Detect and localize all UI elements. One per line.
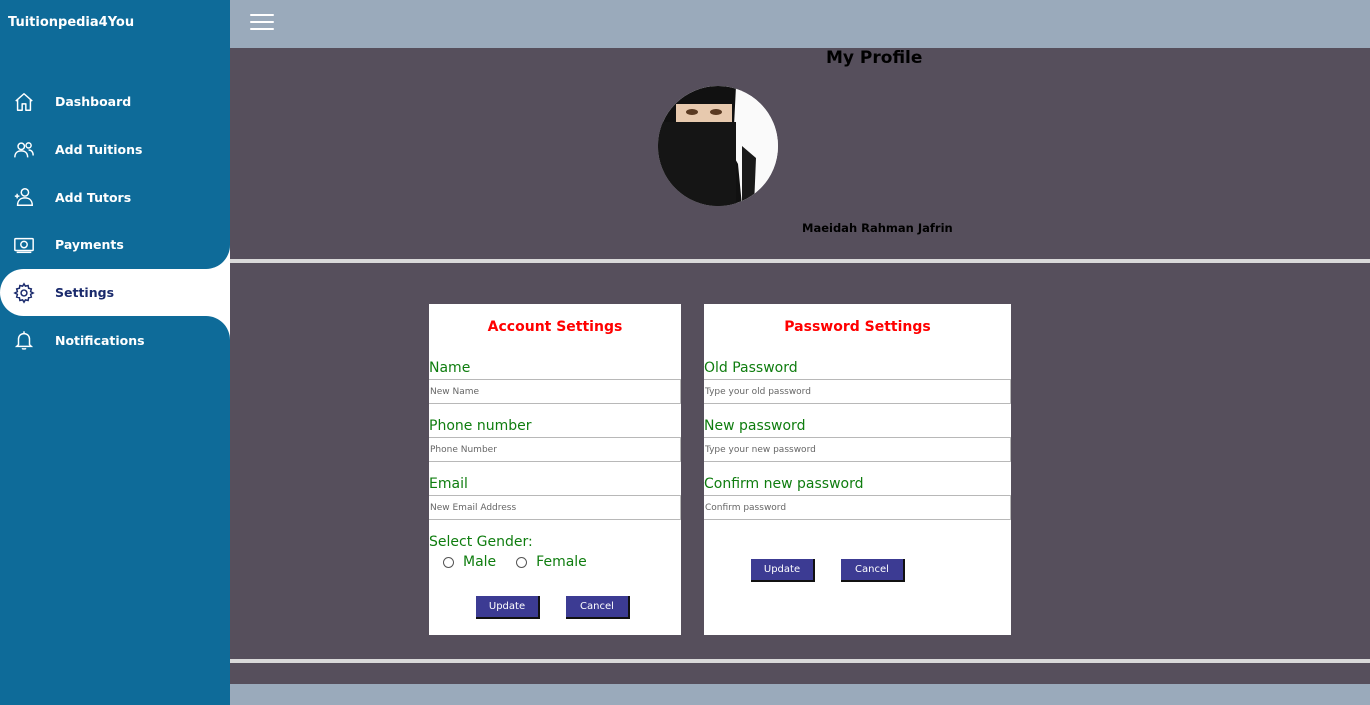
account-update-button[interactable]: Update	[476, 596, 540, 619]
money-icon	[12, 233, 36, 257]
password-update-button[interactable]: Update	[751, 559, 815, 582]
sidebar-item-notifications[interactable]: Notifications	[0, 316, 230, 364]
sidebar-item-settings[interactable]: Settings	[0, 244, 230, 341]
page-title: My Profile	[826, 48, 923, 68]
sidebar-item-label: Add Tutors	[55, 189, 132, 205]
phone-input[interactable]	[429, 437, 681, 462]
confirm-password-label: Confirm new password	[704, 476, 864, 492]
sidebar-item-label: Add Tuitions	[55, 142, 143, 158]
email-input[interactable]	[429, 495, 681, 520]
confirm-password-input[interactable]	[704, 495, 1011, 520]
sidebar-item-dashboard[interactable]: Dashboard	[0, 78, 230, 126]
sidebar-item-payments[interactable]: Payments	[0, 221, 230, 269]
new-password-input[interactable]	[704, 437, 1011, 462]
footer-bar	[230, 684, 1370, 705]
sidebar-item-add-tuitions[interactable]: Add Tuitions	[0, 126, 230, 174]
gender-options: Male Female	[443, 554, 607, 570]
sidebar-item-label: Settings	[55, 285, 115, 301]
password-settings-card: Password Settings Old Password New passw…	[704, 304, 1011, 635]
users-icon	[12, 138, 36, 162]
profile-name: Maeidah Rahman Jafrin	[802, 221, 953, 235]
sidebar: Tuitionpedia4You Dashboard Add Tuitions …	[0, 0, 230, 705]
female-radio[interactable]	[516, 556, 528, 568]
male-radio[interactable]	[443, 556, 454, 568]
email-label: Email	[429, 476, 468, 492]
name-input[interactable]	[429, 379, 681, 404]
password-settings-title: Password Settings	[784, 319, 931, 335]
section-divider	[230, 659, 1370, 663]
sidebar-item-label: Dashboard	[55, 94, 132, 110]
gear-icon	[12, 281, 36, 305]
male-label: Male	[463, 554, 497, 570]
password-cancel-button[interactable]: Cancel	[841, 559, 905, 582]
top-bar	[230, 0, 1370, 48]
account-settings-title: Account Settings	[487, 319, 623, 335]
avatar	[658, 86, 778, 206]
active-curve-top	[206, 244, 230, 269]
menu-toggle-icon[interactable]	[250, 14, 274, 32]
section-divider	[230, 259, 1370, 263]
new-password-label: New password	[704, 418, 806, 434]
sidebar-item-add-tutors[interactable]: Add Tutors	[0, 173, 230, 221]
old-password-label: Old Password	[704, 360, 798, 376]
name-label: Name	[429, 360, 471, 376]
gender-option-male[interactable]: Male	[443, 554, 496, 570]
bell-icon	[12, 328, 36, 352]
add-user-icon	[12, 185, 36, 209]
brand-name: Tuitionpedia4You	[8, 15, 135, 30]
female-label: Female	[536, 554, 587, 570]
account-cancel-button[interactable]: Cancel	[566, 596, 630, 619]
sidebar-nav: Dashboard Add Tuitions Add Tutors Paymen…	[0, 78, 230, 364]
sidebar-item-label: Payments	[55, 237, 124, 253]
gender-option-female[interactable]: Female	[516, 554, 587, 570]
account-settings-card: Account Settings Name Phone number Email…	[429, 304, 681, 635]
old-password-input[interactable]	[704, 379, 1011, 404]
phone-label: Phone number	[429, 418, 532, 434]
home-icon	[12, 90, 36, 114]
gender-label: Select Gender:	[429, 534, 533, 550]
sidebar-item-label: Notifications	[55, 332, 145, 348]
